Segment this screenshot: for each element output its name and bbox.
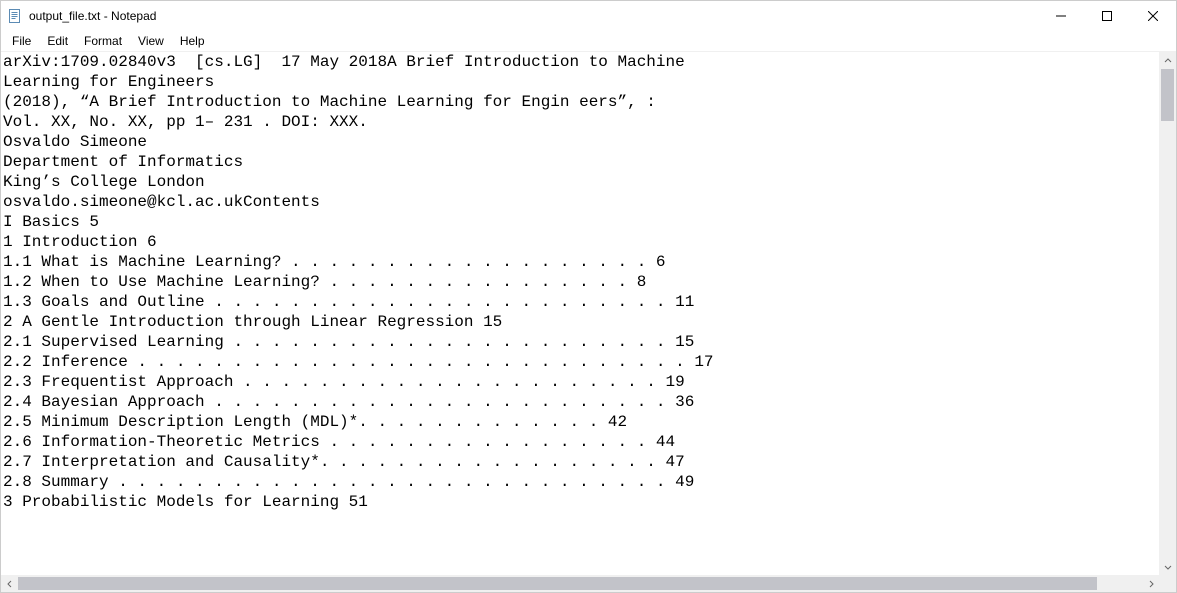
- vertical-scroll-track[interactable]: [1159, 69, 1176, 558]
- close-button[interactable]: [1130, 1, 1176, 31]
- horizontal-scroll-track[interactable]: [18, 575, 1142, 592]
- menu-view[interactable]: View: [131, 33, 171, 49]
- scroll-right-button[interactable]: [1142, 575, 1159, 592]
- editor-area: arXiv:1709.02840v3 [cs.LG] 17 May 2018A …: [1, 51, 1176, 592]
- menu-help[interactable]: Help: [173, 33, 212, 49]
- minimize-button[interactable]: [1038, 1, 1084, 31]
- notepad-icon: [7, 8, 23, 24]
- text-editor[interactable]: arXiv:1709.02840v3 [cs.LG] 17 May 2018A …: [1, 52, 1159, 575]
- vertical-scrollbar[interactable]: [1159, 52, 1176, 575]
- notepad-window: output_file.txt - Notepad File Edit Form…: [0, 0, 1177, 593]
- horizontal-scrollbar[interactable]: [1, 575, 1159, 592]
- menu-file[interactable]: File: [5, 33, 38, 49]
- scroll-up-button[interactable]: [1159, 52, 1176, 69]
- scroll-down-button[interactable]: [1159, 558, 1176, 575]
- window-title: output_file.txt - Notepad: [29, 9, 156, 23]
- menu-edit[interactable]: Edit: [40, 33, 75, 49]
- maximize-button[interactable]: [1084, 1, 1130, 31]
- scroll-left-button[interactable]: [1, 575, 18, 592]
- horizontal-scroll-thumb[interactable]: [18, 577, 1097, 590]
- menubar: File Edit Format View Help: [1, 31, 1176, 51]
- menu-format[interactable]: Format: [77, 33, 129, 49]
- vertical-scroll-thumb[interactable]: [1161, 69, 1174, 121]
- titlebar[interactable]: output_file.txt - Notepad: [1, 1, 1176, 31]
- scrollbar-corner: [1159, 575, 1176, 592]
